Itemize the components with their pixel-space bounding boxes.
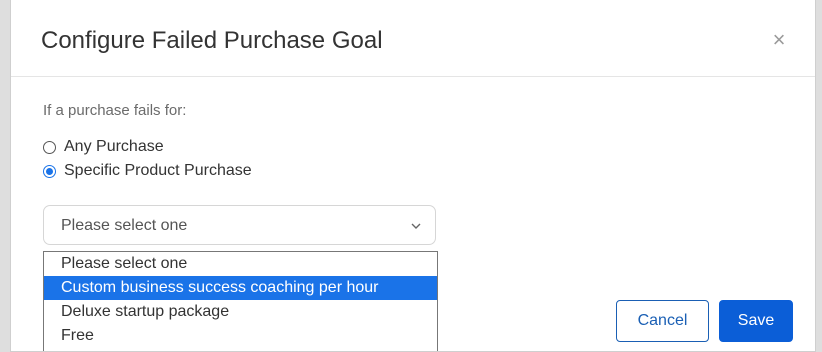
dropdown-option[interactable]: Deluxe startup package: [44, 300, 437, 324]
dropdown-option[interactable]: Please select one: [44, 252, 437, 276]
radio-circle-any-purchase[interactable]: [43, 140, 56, 154]
modal-title: Configure Failed Purchase Goal: [41, 27, 383, 54]
product-select-value: Please select one: [61, 217, 188, 234]
radio-label-specific-product: Specific Product Purchase: [64, 162, 252, 179]
dropdown-option-highlighted[interactable]: Custom business success coaching per hou…: [44, 276, 437, 300]
radio-label-any-purchase: Any Purchase: [64, 138, 164, 155]
dropdown-option[interactable]: Free: [44, 324, 437, 348]
radio-any-purchase[interactable]: Any Purchase: [43, 137, 164, 157]
radio-circle-specific-product[interactable]: [43, 164, 56, 178]
save-button[interactable]: Save: [719, 300, 793, 342]
modal-header: Configure Failed Purchase Goal ×: [11, 0, 815, 77]
cancel-button[interactable]: Cancel: [616, 300, 709, 342]
product-select[interactable]: Please select one: [43, 205, 436, 245]
radio-specific-product[interactable]: Specific Product Purchase: [43, 161, 252, 181]
product-dropdown-list: Please select one Custom business succes…: [43, 251, 438, 351]
failed-purchase-goal-modal: Configure Failed Purchase Goal × If a pu…: [10, 0, 816, 352]
close-icon[interactable]: ×: [769, 28, 789, 52]
chevron-down-icon: [411, 223, 421, 229]
purchase-fail-prompt: If a purchase fails for:: [43, 102, 187, 119]
